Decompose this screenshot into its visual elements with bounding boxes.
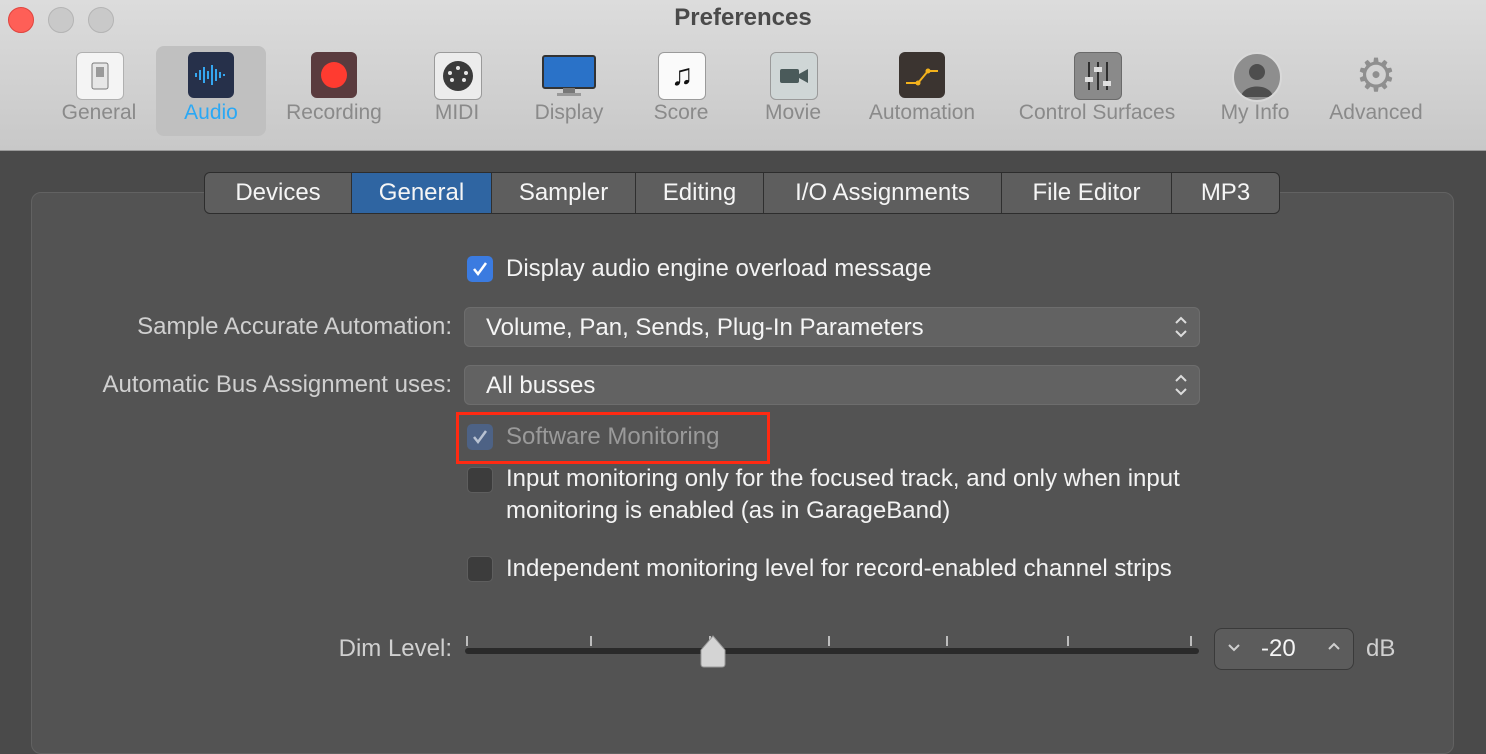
annotation-highlight-box xyxy=(456,412,770,464)
toolbar-item-recording[interactable]: Recording xyxy=(278,46,390,136)
toolbar-item-label: Display xyxy=(534,101,604,124)
tab-editing[interactable]: Editing xyxy=(636,173,764,213)
toolbar-item-label: Movie xyxy=(764,101,822,124)
dim-level-label: Dim Level: xyxy=(338,635,452,662)
toolbar-item-label: Audio xyxy=(184,101,238,124)
gear-icon: ⚙ xyxy=(1355,52,1397,98)
sample-accurate-automation-popup[interactable]: Volume, Pan, Sends, Plug-In Parameters xyxy=(464,307,1200,347)
toolbar-item-midi[interactable]: MIDI xyxy=(424,46,490,136)
toolbar-item-label: General xyxy=(61,101,137,124)
overload-message-checkbox[interactable] xyxy=(467,256,493,282)
monitor-icon xyxy=(541,52,597,98)
decrement-chevron-icon[interactable] xyxy=(1227,641,1241,655)
toolbar-item-advanced[interactable]: ⚙ Advanced xyxy=(1322,46,1430,136)
toolbar-item-movie[interactable]: Movie xyxy=(754,46,832,136)
popup-value: All busses xyxy=(486,372,596,399)
toolbar-item-my-info[interactable]: My Info xyxy=(1212,46,1298,136)
record-icon xyxy=(311,52,357,98)
input-monitoring-focused-checkbox[interactable] xyxy=(467,467,493,493)
independent-monitoring-label: Independent monitoring level for record-… xyxy=(506,555,1172,582)
overload-message-label: Display audio engine overload message xyxy=(506,255,932,282)
toolbar-item-label: My Info xyxy=(1220,101,1290,124)
toolbar-item-display[interactable]: Display xyxy=(524,46,614,136)
slider-tick xyxy=(828,636,830,646)
independent-monitoring-checkbox[interactable] xyxy=(467,556,493,582)
bus-assignment-popup[interactable]: All busses xyxy=(464,365,1200,405)
midi-connector-icon xyxy=(434,52,482,100)
toolbar-item-label: Advanced xyxy=(1329,101,1423,124)
slider-tick xyxy=(1067,636,1069,646)
chevron-updown-icon xyxy=(1175,316,1187,338)
dim-level-stepper[interactable]: -20 xyxy=(1214,628,1354,670)
toolbar-item-audio[interactable]: Audio xyxy=(156,46,266,136)
toolbar-item-automation[interactable]: Automation xyxy=(858,46,986,136)
tab-general[interactable]: General xyxy=(352,173,492,213)
input-monitoring-focused-label-line1: Input monitoring only for the focused tr… xyxy=(506,465,1180,492)
input-monitoring-focused-label-line2: monitoring is enabled (as in GarageBand) xyxy=(506,497,951,524)
toolbar-item-general[interactable]: General xyxy=(52,46,146,136)
dim-level-slider-thumb[interactable] xyxy=(698,634,728,670)
toolbar-item-label: Control Surfaces xyxy=(1018,101,1176,124)
tab-sampler[interactable]: Sampler xyxy=(492,173,636,213)
dim-level-value: -20 xyxy=(1261,635,1296,662)
toolbar-item-score[interactable]: ♫ Score xyxy=(642,46,720,136)
waveform-icon xyxy=(188,52,234,98)
checkmark-icon xyxy=(473,262,488,277)
popup-value: Volume, Pan, Sends, Plug-In Parameters xyxy=(486,314,924,341)
tab-mp3[interactable]: MP3 xyxy=(1172,173,1279,213)
slider-tick xyxy=(590,636,592,646)
tab-io-assignments[interactable]: I/O Assignments xyxy=(764,173,1002,213)
toolbar-item-control-surfaces[interactable]: Control Surfaces xyxy=(1006,46,1188,136)
automation-curve-icon xyxy=(899,52,945,98)
bus-assignment-label: Automatic Bus Assignment uses: xyxy=(102,371,453,398)
video-camera-icon xyxy=(770,52,818,100)
dim-level-unit: dB xyxy=(1366,635,1396,662)
switch-icon xyxy=(76,52,124,100)
toolbar-item-label: MIDI xyxy=(434,101,480,124)
slider-tick xyxy=(946,636,948,646)
slider-tick xyxy=(466,636,468,646)
toolbar-item-label: Recording xyxy=(286,101,382,124)
user-icon xyxy=(1232,52,1282,102)
window-title: Preferences xyxy=(674,4,812,31)
faders-icon xyxy=(1074,52,1122,100)
music-note-icon: ♫ xyxy=(658,52,706,100)
increment-chevron-icon[interactable] xyxy=(1327,639,1341,653)
toolbar-item-label: Score xyxy=(653,101,709,124)
toolbar-item-label: Automation xyxy=(868,101,976,124)
slider-tick xyxy=(1190,636,1192,646)
sample-accurate-automation-label: Sample Accurate Automation: xyxy=(137,313,452,340)
tab-devices[interactable]: Devices xyxy=(205,173,352,213)
chevron-updown-icon xyxy=(1175,374,1187,396)
audio-subtabs: Devices General Sampler Editing I/O Assi… xyxy=(204,172,1280,214)
window-titlebar: Preferences General Audio Recording MIDI xyxy=(0,0,1486,151)
dim-level-slider-track[interactable] xyxy=(465,648,1199,654)
tab-file-editor[interactable]: File Editor xyxy=(1002,173,1172,213)
